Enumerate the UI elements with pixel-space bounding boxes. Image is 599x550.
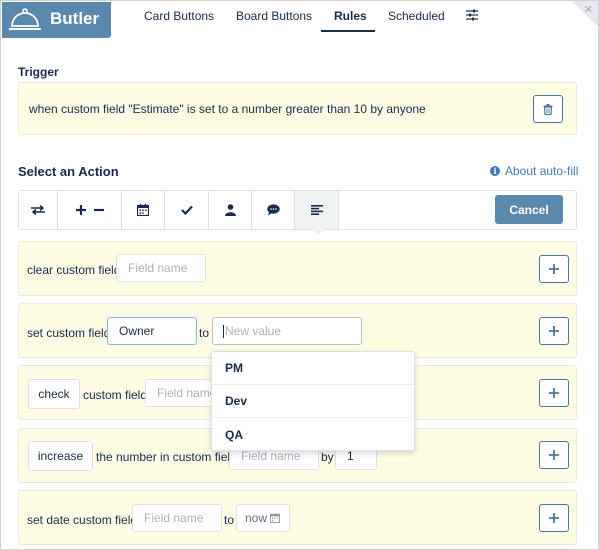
set-date-to-label: to <box>224 513 235 527</box>
increase-by-label: by <box>321 450 334 464</box>
action-heading: Select an Action <box>18 164 119 179</box>
butler-panel: Butler Card Buttons Board Buttons Rules … <box>0 0 599 550</box>
action-checklist[interactable] <box>165 191 209 229</box>
set-date-value-input[interactable]: now <box>236 504 290 532</box>
cancel-button[interactable]: Cancel <box>495 195 563 224</box>
tab-scheduled[interactable]: Scheduled <box>388 9 445 31</box>
tab-card-buttons[interactable]: Card Buttons <box>144 9 214 31</box>
dropdown-option[interactable]: QA <box>212 418 414 451</box>
info-icon: i <box>490 166 500 176</box>
trigger-text: when custom field "Estimate" is set to a… <box>29 102 426 116</box>
comment-icon <box>266 204 280 216</box>
calendar-icon <box>137 204 149 216</box>
action-custom-fields[interactable] <box>295 191 339 229</box>
fields-icon <box>310 205 323 215</box>
plus-icon <box>549 388 559 398</box>
set-new-value-input[interactable]: New value <box>212 317 362 345</box>
trigger-box: when custom field "Estimate" is set to a… <box>18 82 577 135</box>
plus-icon <box>549 326 559 336</box>
trigger-heading: Trigger <box>18 65 59 79</box>
bell-icon <box>9 8 41 30</box>
delete-trigger-button[interactable] <box>533 95 563 123</box>
dropdown-option[interactable]: PM <box>212 352 414 385</box>
clear-field-name-input[interactable]: Field name <box>116 254 206 282</box>
action-members[interactable] <box>209 191 252 229</box>
active-tab-indicator <box>321 30 375 32</box>
dropdown-option[interactable]: Dev <box>212 385 414 418</box>
action-dates[interactable] <box>122 191 165 229</box>
action-row-set-date: set date custom field Field name to now <box>18 490 577 545</box>
action-move[interactable] <box>19 191 58 229</box>
check-field-name-input[interactable]: Field name <box>145 379 215 407</box>
add-increase-action-button[interactable] <box>539 441 569 469</box>
set-date-label: set date custom field <box>27 513 138 527</box>
plus-minus-icon <box>75 205 104 215</box>
value-options-dropdown: PM Dev QA <box>211 351 415 451</box>
calendar-icon <box>270 513 281 523</box>
check-label: custom field <box>83 388 148 402</box>
add-check-action-button[interactable] <box>539 379 569 407</box>
selected-action-caret <box>312 229 324 235</box>
tab-board-buttons[interactable]: Board Buttons <box>236 9 312 31</box>
add-set-date-action-button[interactable] <box>539 504 569 532</box>
add-set-action-button[interactable] <box>539 317 569 345</box>
tab-rules[interactable]: Rules <box>334 9 367 31</box>
action-row-set: set custom field Owner to New value <box>18 303 577 358</box>
plus-icon <box>549 513 559 523</box>
settings-sliders-icon[interactable] <box>466 9 478 21</box>
set-field-name-input[interactable]: Owner <box>107 317 197 345</box>
action-type-toolbar <box>18 190 577 230</box>
close-icon[interactable]: ✕ <box>584 3 593 16</box>
set-to-label: to <box>199 326 210 340</box>
trash-icon <box>543 103 553 115</box>
about-autofill-label: About auto-fill <box>505 164 579 178</box>
butler-logo: Butler <box>2 2 111 38</box>
move-icon <box>31 205 45 215</box>
clear-label: clear custom field <box>27 263 121 277</box>
plus-icon <box>549 264 559 274</box>
date-value: now <box>245 511 268 525</box>
member-icon <box>224 204 236 216</box>
action-row-clear: clear custom field Field name <box>18 241 577 296</box>
check-toggle-button[interactable]: check <box>28 379 80 409</box>
about-autofill-link[interactable]: i About auto-fill <box>490 164 578 178</box>
plus-icon <box>549 450 559 460</box>
add-clear-action-button[interactable] <box>539 255 569 283</box>
action-add-remove[interactable] <box>58 191 122 229</box>
increase-toggle-button[interactable]: increase <box>28 441 93 471</box>
new-value-placeholder: New value <box>225 324 282 338</box>
check-icon <box>180 205 193 215</box>
brand-name: Butler <box>50 9 100 28</box>
set-label: set custom field <box>27 326 111 340</box>
set-date-field-name-input[interactable]: Field name <box>132 504 222 532</box>
text-cursor <box>223 324 224 338</box>
increase-label: the number in custom field <box>96 450 237 464</box>
action-comment[interactable] <box>252 191 295 229</box>
